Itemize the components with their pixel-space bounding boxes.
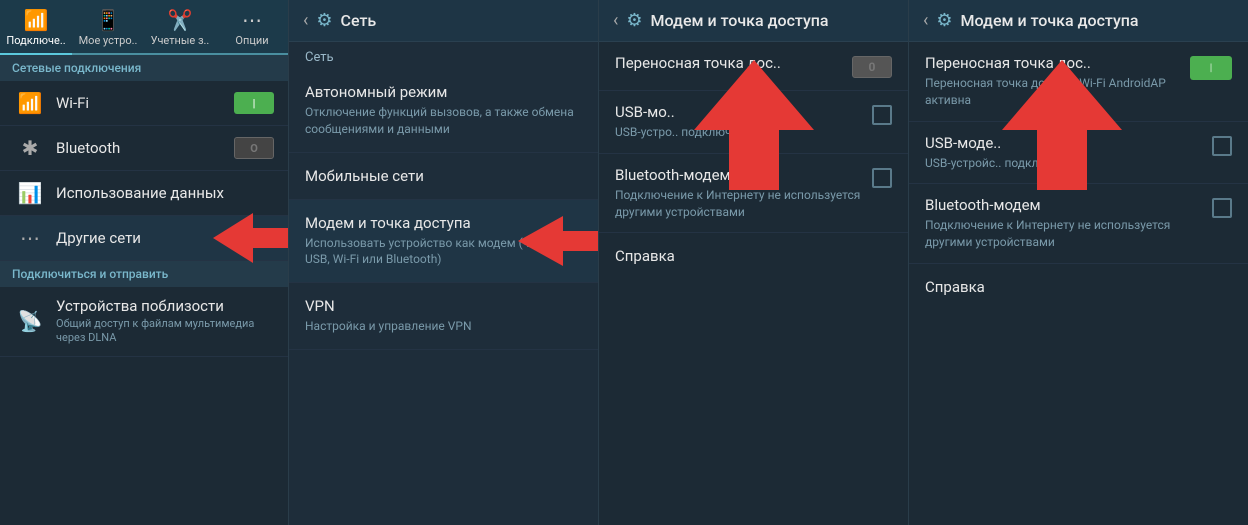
bt-text-off: Bluetooth-модем Подключение к Интернету … <box>615 166 872 221</box>
hotspot-row-off[interactable]: Переносная точка дос.. 0 <box>599 42 908 91</box>
modem-item[interactable]: Модем и точка доступа Использовать устро… <box>289 200 598 284</box>
bluetooth-toggle[interactable]: O <box>234 137 274 159</box>
hotspot-row-on[interactable]: Переносная точка дос.. Переносная точка … <box>909 42 1248 122</box>
hotspot-text-off: Переносная точка дос.. <box>615 54 852 72</box>
bluetooth-text: Bluetooth <box>56 139 234 157</box>
other-networks-icon: ⋯ <box>14 226 46 250</box>
usb-text-off: USB-мо.. USB-устро.. подключено <box>615 103 872 141</box>
nearby-devices-row[interactable]: 📡 Устройства поблизости Общий доступ к ф… <box>0 287 288 357</box>
tab-connections[interactable]: 📶 Подключе.. <box>0 0 72 55</box>
bt-text-on: Bluetooth-модем Подключение к Интернету … <box>925 196 1212 251</box>
wifi-text: Wi-Fi <box>56 94 234 112</box>
connections-icon: 📶 <box>24 8 49 32</box>
panel-modem-on: ‹ ⚙ Модем и точка доступа Переносная точ… <box>908 0 1248 525</box>
left-arrow-panel1 <box>213 213 288 263</box>
hotspot-toggle-off[interactable]: 0 <box>852 56 892 78</box>
panel-network: ‹ ⚙ Сеть Сеть Автономный режим Отключени… <box>288 0 598 525</box>
section-connect: Подключиться и отправить <box>0 261 288 287</box>
usb-toggle-off[interactable] <box>872 105 892 125</box>
wifi-row[interactable]: 📶 Wi-Fi | <box>0 81 288 126</box>
wifi-toggle[interactable]: | <box>234 92 274 114</box>
usb-modem-row-off[interactable]: USB-мо.. USB-устро.. подключено <box>599 91 908 154</box>
bt-modem-row-on[interactable]: Bluetooth-модем Подключение к Интернету … <box>909 184 1248 264</box>
usb-text-on: USB-моде.. USB-устройс.. подключено <box>925 134 1212 172</box>
section-network: Сетевые подключения <box>0 55 288 81</box>
network-header: ‹ ⚙ Сеть <box>289 0 598 42</box>
bt-modem-row-off[interactable]: Bluetooth-модем Подключение к Интернету … <box>599 154 908 234</box>
autonomous-mode-item[interactable]: Автономный режим Отключение функций вызо… <box>289 69 598 153</box>
wifi-icon: 📶 <box>14 91 46 115</box>
panel-main-settings: 📶 Подключе.. 📱 Мое устро.. ✂️ Учетные з.… <box>0 0 288 525</box>
tab-mydevice[interactable]: 📱 Мое устро.. <box>72 0 144 55</box>
hotspot-text-on: Переносная точка дос.. Переносная точка … <box>925 54 1190 109</box>
data-icon: 📊 <box>14 181 46 205</box>
gear-icon-p4: ⚙ <box>936 10 952 31</box>
mydevice-icon: 📱 <box>96 8 121 32</box>
back-chevron-p4[interactable]: ‹ <box>923 10 928 31</box>
data-text: Использование данных <box>56 184 274 202</box>
bt-toggle-off[interactable] <box>872 168 892 188</box>
accounts-icon: ✂️ <box>168 8 193 32</box>
gear-icon-p3: ⚙ <box>626 10 642 31</box>
bluetooth-icon: ✱ <box>14 136 46 160</box>
back-chevron-p2[interactable]: ‹ <box>303 10 308 31</box>
nearby-text: Устройства поблизости Общий доступ к фай… <box>56 297 274 346</box>
back-chevron-p3[interactable]: ‹ <box>613 10 618 31</box>
options-icon: ⋯ <box>242 8 262 32</box>
tab-options[interactable]: ⋯ Опции <box>216 0 288 55</box>
bt-toggle-on[interactable] <box>1212 198 1232 218</box>
panel-modem-off: ‹ ⚙ Модем и точка доступа Переносная точ… <box>598 0 908 525</box>
data-usage-row[interactable]: 📊 Использование данных <box>0 171 288 216</box>
left-arrow-panel2 <box>518 216 598 266</box>
tab-accounts[interactable]: ✂️ Учетные з.. <box>144 0 216 55</box>
bluetooth-row[interactable]: ✱ Bluetooth O <box>0 126 288 171</box>
usb-toggle-on[interactable] <box>1212 136 1232 156</box>
nearby-icon: 📡 <box>14 309 46 333</box>
tab-bar: 📶 Подключе.. 📱 Мое устро.. ✂️ Учетные з.… <box>0 0 288 55</box>
modem-on-header: ‹ ⚙ Модем и точка доступа <box>909 0 1248 42</box>
hotspot-toggle-on[interactable] <box>1190 56 1232 80</box>
mobile-networks-item[interactable]: Мобильные сети <box>289 153 598 200</box>
help-label-off[interactable]: Справка <box>599 233 908 273</box>
gear-icon-p2: ⚙ <box>316 10 332 31</box>
usb-modem-row-on[interactable]: USB-моде.. USB-устройс.. подключено <box>909 122 1248 185</box>
modem-off-header: ‹ ⚙ Модем и точка доступа <box>599 0 908 42</box>
vpn-item[interactable]: VPN Настройка и управление VPN <box>289 283 598 350</box>
net-section-label: Сеть <box>289 42 598 69</box>
other-networks-row[interactable]: ⋯ Другие сети <box>0 216 288 261</box>
help-label-on[interactable]: Справка <box>909 264 1248 304</box>
